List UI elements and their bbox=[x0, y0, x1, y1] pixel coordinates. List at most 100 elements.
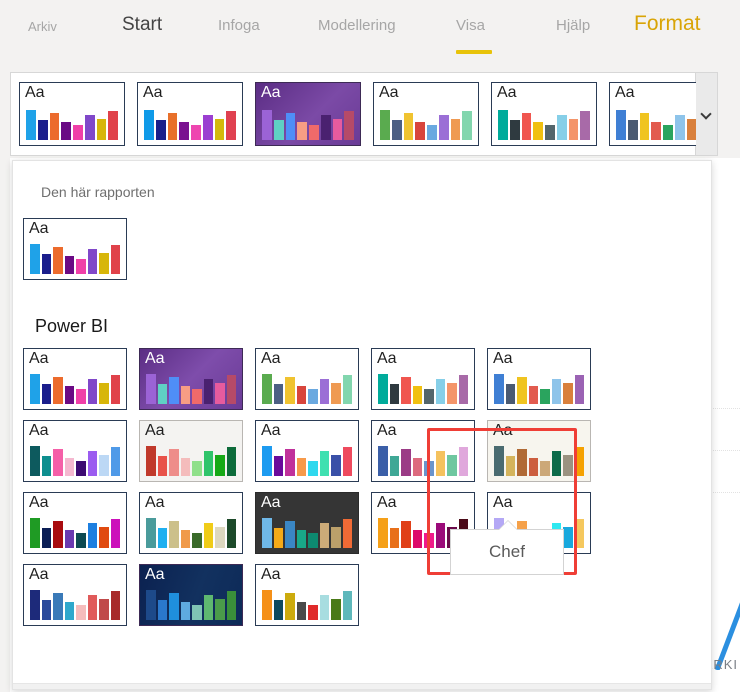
swatch-bar-preview bbox=[262, 445, 352, 476]
ribbon-tab-arkiv[interactable]: Arkiv bbox=[28, 19, 57, 34]
theme-vivid[interactable]: Aa bbox=[23, 492, 127, 554]
theme-default[interactable]: Aa bbox=[23, 348, 127, 410]
swatch-bar-preview bbox=[144, 109, 236, 140]
swatch-aa-label: Aa bbox=[261, 494, 281, 511]
theme-storm[interactable]: Aa bbox=[139, 492, 243, 554]
swatch-aa-label: Aa bbox=[29, 220, 49, 237]
swatch-bar-preview bbox=[146, 445, 236, 476]
swatch-aa-label: Aa bbox=[377, 422, 397, 439]
swatch-aa-label: Aa bbox=[145, 566, 165, 583]
swatch-aa-label: Aa bbox=[261, 350, 281, 367]
swatch-bar-preview bbox=[30, 589, 120, 620]
ribbon-tab-modellering[interactable]: Modellering bbox=[318, 17, 396, 34]
chevron-down-icon bbox=[702, 110, 711, 119]
swatch-aa-label: Aa bbox=[29, 566, 49, 583]
ribbon-tab-strip: Arkiv Start Infoga Modellering Visa Hjälp Form… bbox=[0, 0, 740, 62]
swatch-aa-label: Aa bbox=[493, 494, 513, 511]
powerbi-window: Arkiv Start Infoga Modellering Visa Hjälp Form… bbox=[0, 0, 740, 692]
theme-bloom[interactable]: Aa bbox=[487, 348, 591, 410]
theme-gallery-3[interactable]: Aa bbox=[255, 82, 361, 146]
swatch-aa-label: Aa bbox=[29, 422, 49, 439]
theme-cell[interactable]: Aa bbox=[371, 420, 475, 482]
theme-tooltip: Chef bbox=[450, 529, 564, 575]
theme-classroom[interactable]: Aa bbox=[23, 564, 127, 626]
theme-innovate[interactable]: Aa bbox=[371, 348, 475, 410]
theme-dark[interactable]: Aa bbox=[255, 492, 359, 554]
swatch-aa-label: Aa bbox=[493, 350, 513, 367]
swatch-bar-preview bbox=[146, 373, 236, 404]
swatch-aa-label: Aa bbox=[145, 422, 165, 439]
swatch-aa-label: Aa bbox=[497, 84, 517, 101]
swatch-bar-preview bbox=[30, 445, 120, 476]
theme-gallery-2[interactable]: Aa bbox=[137, 82, 243, 146]
swatch-aa-label: Aa bbox=[29, 494, 49, 511]
theme-divergent[interactable]: Aa bbox=[139, 564, 243, 626]
theme-cell[interactable]: Aa bbox=[23, 218, 127, 280]
theme-solar[interactable]: Aa bbox=[255, 420, 359, 482]
theme-executive[interactable]: Aa bbox=[139, 348, 243, 410]
ribbon-tab-infoga[interactable]: Infoga bbox=[218, 17, 260, 34]
theme-cell[interactable]: Aa bbox=[139, 564, 243, 626]
gallery-expand-button[interactable] bbox=[696, 72, 718, 156]
swatch-bar-preview bbox=[146, 517, 236, 548]
swatch-aa-label: Aa bbox=[379, 84, 399, 101]
ribbon-tab-hjlp[interactable]: Hjälp bbox=[556, 17, 590, 34]
swatch-aa-label: Aa bbox=[145, 350, 165, 367]
ribbon-themes-gallery[interactable]: Aa Aa Aa Aa Aa Aa bbox=[10, 72, 715, 156]
theme-cell[interactable]: Aa bbox=[255, 420, 359, 482]
swatch-aa-label: Aa bbox=[261, 84, 281, 101]
swatch-aa-label: Aa bbox=[145, 494, 165, 511]
swatch-aa-label: Aa bbox=[377, 494, 397, 511]
theme-cell[interactable]: Aa bbox=[139, 420, 243, 482]
swatch-bar-preview bbox=[378, 373, 468, 404]
theme-cell[interactable]: Aa bbox=[23, 348, 127, 410]
theme-cell[interactable]: Aa bbox=[371, 348, 475, 410]
swatch-bar-preview bbox=[146, 589, 236, 620]
swatch-bar-preview bbox=[262, 589, 352, 620]
theme-innovative[interactable]: Aa bbox=[255, 564, 359, 626]
theme-frontier[interactable]: Aa bbox=[255, 348, 359, 410]
swatch-bar-preview bbox=[262, 109, 354, 140]
swatch-bar-preview bbox=[498, 109, 590, 140]
swatch-aa-label: Aa bbox=[615, 84, 635, 101]
theme-burnt[interactable]: Aa bbox=[487, 420, 591, 482]
theme-gallery-1[interactable]: Aa bbox=[19, 82, 125, 146]
swatch-bar-preview bbox=[380, 109, 472, 140]
theme-gallery-4[interactable]: Aa bbox=[373, 82, 479, 146]
swatch-bar-preview bbox=[30, 517, 120, 548]
theme-cell[interactable]: Aa bbox=[23, 492, 127, 554]
theme-cell[interactable]: Aa bbox=[487, 348, 591, 410]
swatch-bar-preview bbox=[262, 373, 352, 404]
swatch-bar-preview bbox=[494, 445, 584, 476]
swatch-aa-label: Aa bbox=[29, 350, 49, 367]
theme-temperature[interactable]: Aa bbox=[139, 420, 243, 482]
theme-tidal[interactable]: Aa bbox=[23, 420, 127, 482]
theme-cell[interactable]: Aa bbox=[487, 420, 591, 482]
swatch-bar-preview bbox=[30, 373, 120, 404]
panel-footer bbox=[13, 683, 711, 689]
theme-dropdown-panel: Den här rapporten Aa Power BI Aa Aa Aa Aa Aa… bbox=[12, 160, 712, 690]
ribbon-tab-format[interactable]: Format bbox=[634, 12, 701, 36]
theme-cell[interactable]: Aa bbox=[23, 420, 127, 482]
theme-gallery-5[interactable]: Aa bbox=[491, 82, 597, 146]
theme-cell[interactable]: Aa bbox=[139, 348, 243, 410]
theme-cell[interactable]: Aa bbox=[23, 564, 127, 626]
ribbon-tab-start[interactable]: Start bbox=[122, 14, 162, 36]
theme-cell[interactable]: Aa bbox=[139, 492, 243, 554]
theme-cell[interactable]: Aa bbox=[255, 348, 359, 410]
section-label-current-report: Den här rapporten bbox=[41, 184, 155, 200]
theme-cell[interactable]: Aa bbox=[255, 492, 359, 554]
swatch-aa-label: Aa bbox=[261, 566, 281, 583]
swatch-bar-preview bbox=[26, 109, 118, 140]
swatch-bar-preview bbox=[378, 445, 468, 476]
swatch-aa-label: Aa bbox=[377, 350, 397, 367]
theme-chef[interactable]: Aa bbox=[371, 420, 475, 482]
swatch-bar-preview bbox=[30, 243, 120, 274]
ribbon-tab-visa[interactable]: Visa bbox=[456, 17, 485, 34]
section-heading-powerbi: Power BI bbox=[35, 316, 109, 336]
active-tab-underline bbox=[456, 50, 492, 54]
swatch-aa-label: Aa bbox=[143, 84, 163, 101]
theme-current-report[interactable]: Aa bbox=[23, 218, 127, 280]
theme-cell[interactable]: Aa bbox=[255, 564, 359, 626]
swatch-aa-label: Aa bbox=[493, 422, 513, 439]
